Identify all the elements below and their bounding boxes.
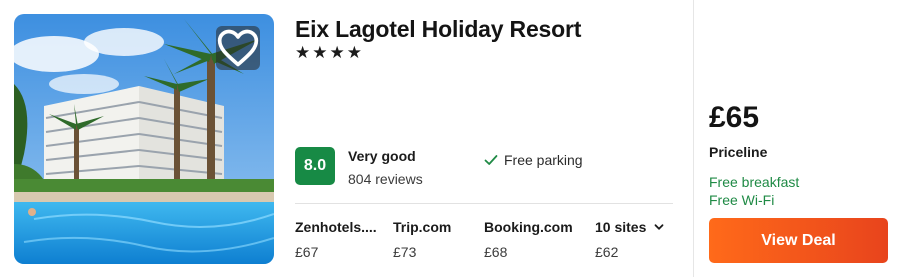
divider	[295, 203, 673, 204]
site-price: £62	[595, 244, 619, 260]
more-sites-toggle[interactable]: 10 sites	[595, 219, 664, 235]
site-name: Zenhotels....	[295, 219, 377, 235]
star-rating: ★★★★	[295, 43, 364, 62]
deal-provider: Priceline	[709, 144, 768, 160]
hotel-photo[interactable]	[14, 14, 274, 264]
rating-label: Very good	[348, 148, 416, 164]
hotel-name[interactable]: Eix Lagotel Holiday Resort	[295, 16, 581, 43]
amenity-label: Free parking	[504, 152, 583, 168]
chevron-down-icon	[654, 224, 664, 230]
view-deal-button[interactable]: View Deal	[709, 218, 888, 263]
site-name: Trip.com	[393, 219, 452, 235]
rating-score-badge: 8.0	[295, 147, 335, 185]
site-price-booking[interactable]: Booking.com £68	[484, 219, 573, 260]
site-name: Booking.com	[484, 219, 573, 235]
site-price-zenhotels[interactable]: Zenhotels.... £67	[295, 219, 377, 260]
site-price: £67	[295, 244, 319, 260]
site-price-trip[interactable]: Trip.com £73	[393, 219, 451, 260]
check-icon	[484, 155, 498, 165]
save-favorite-button[interactable]	[216, 26, 260, 70]
deal-price: £65	[709, 101, 760, 134]
more-sites-label: 10 sites	[595, 219, 647, 235]
deal-perk-free-breakfast: Free breakfast	[709, 174, 800, 190]
deal-perk-free-wifi: Free Wi-Fi	[709, 192, 775, 208]
site-price: £73	[393, 244, 417, 260]
amenity-free-parking: Free parking	[484, 152, 583, 168]
site-price: £68	[484, 244, 508, 260]
heart-icon	[217, 29, 259, 67]
hotel-result-card: Eix Lagotel Holiday Resort ★★★★ 8.0 Very…	[0, 0, 905, 277]
more-sites-dropdown[interactable]: 10 sites £62	[595, 219, 664, 260]
column-divider	[693, 0, 694, 277]
review-count[interactable]: 804 reviews	[348, 171, 423, 187]
